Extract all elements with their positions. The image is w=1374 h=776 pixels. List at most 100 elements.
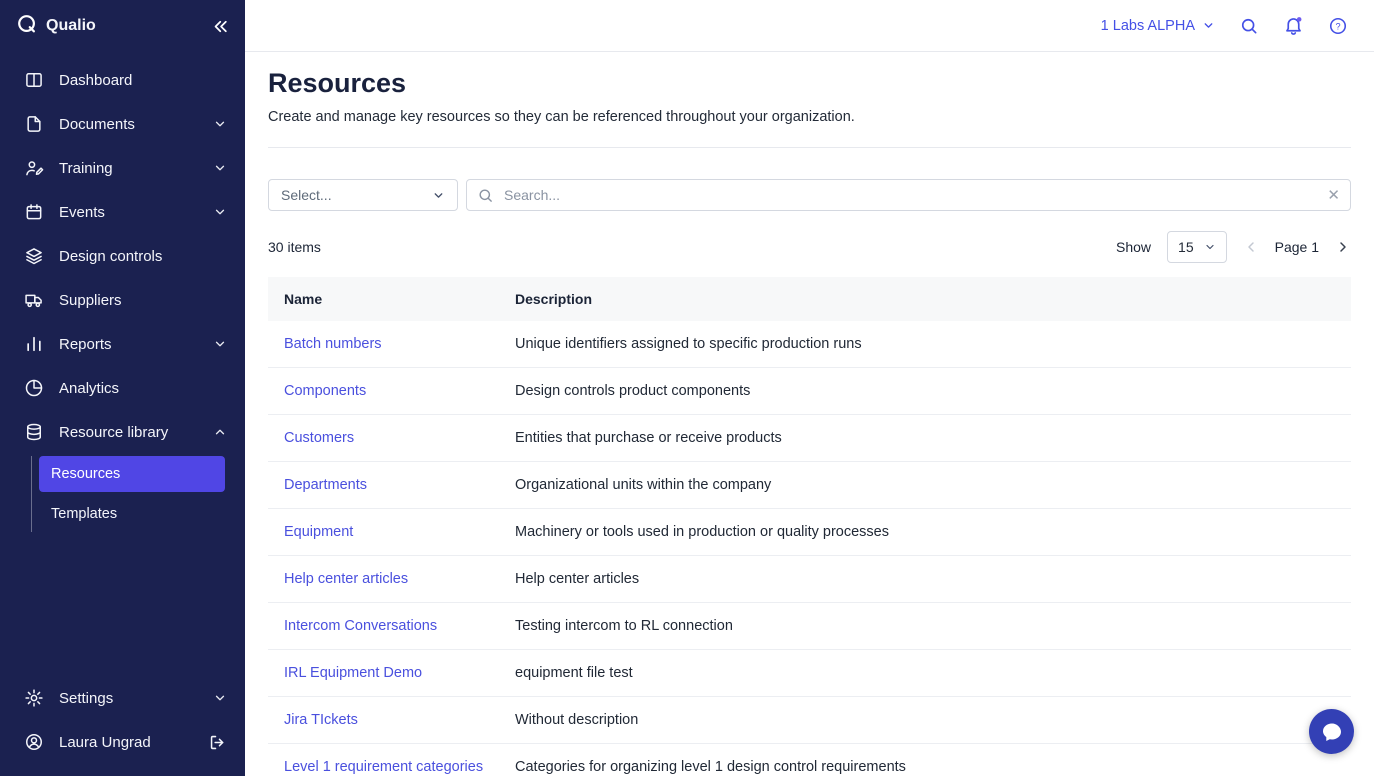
page-size-select[interactable]: 15 — [1167, 231, 1227, 263]
global-search-button[interactable] — [1239, 16, 1259, 36]
logout-icon — [208, 733, 227, 752]
resource-link[interactable]: Departments — [284, 477, 367, 493]
app-logo-text: Qualio — [46, 17, 96, 35]
chevron-left-icon — [1243, 239, 1259, 255]
table-body: Batch numbers Unique identifiers assigne… — [268, 321, 1351, 776]
table-row: Components Design controls product compo… — [268, 368, 1351, 415]
help-button[interactable]: ? — [1328, 16, 1348, 36]
org-switcher[interactable]: 1 Labs ALPHA — [1101, 18, 1215, 34]
search-box: ✕ — [466, 179, 1351, 211]
clear-search-icon[interactable]: ✕ — [1327, 188, 1340, 203]
user-menu[interactable]: Laura Ungrad — [0, 720, 245, 766]
resource-description: Testing intercom to RL connection — [515, 618, 1351, 634]
sidebar-item-label: Training — [59, 160, 113, 177]
resource-description: Categories for organizing level 1 design… — [515, 759, 1351, 775]
chevron-down-icon — [213, 691, 227, 705]
sidebar-item-analytics[interactable]: Analytics — [0, 366, 245, 410]
pagination-controls: Show 15 Page 1 — [1116, 231, 1351, 263]
table-row: Batch numbers Unique identifiers assigne… — [268, 321, 1351, 368]
resource-link[interactable]: IRL Equipment Demo — [284, 665, 422, 681]
resource-link[interactable]: Equipment — [284, 524, 353, 540]
sidebar-item-design-controls[interactable]: Design controls — [0, 234, 245, 278]
sidebar-item-label: Suppliers — [59, 292, 122, 309]
chat-bubble-icon — [1320, 720, 1344, 744]
sidebar-item-suppliers[interactable]: Suppliers — [0, 278, 245, 322]
search-icon — [1239, 16, 1259, 36]
sidebar-item-documents[interactable]: Documents — [0, 102, 245, 146]
sidebar-item-label: Documents — [59, 116, 135, 133]
sidebar-subitem-label: Resources — [51, 466, 120, 482]
filter-row: Select... ✕ — [268, 179, 1351, 211]
app-root: Qualio Dashboard Documents — [0, 0, 1374, 776]
sidebar-collapse-button[interactable] — [210, 17, 229, 36]
notifications-button[interactable] — [1283, 15, 1304, 36]
items-count: 30 items — [268, 239, 321, 255]
table-row: Intercom Conversations Testing intercom … — [268, 603, 1351, 650]
sidebar-subitem-label: Templates — [51, 506, 117, 522]
sidebar-item-label: Resource library — [59, 424, 168, 441]
table-header: Name Description — [268, 277, 1351, 321]
sidebar-item-settings[interactable]: Settings — [0, 676, 245, 720]
chevron-down-icon — [432, 189, 445, 202]
resource-description: Help center articles — [515, 571, 1351, 587]
resource-description: Machinery or tools used in production or… — [515, 524, 1351, 540]
sidebar-item-resource-library[interactable]: Resource library — [0, 410, 245, 454]
page-title: Resources — [268, 68, 1351, 99]
resource-link[interactable]: Batch numbers — [284, 336, 382, 352]
search-input[interactable] — [502, 186, 1319, 204]
double-chevron-left-icon — [210, 17, 229, 36]
svg-text:?: ? — [1335, 21, 1340, 31]
page-indicator: Page 1 — [1275, 239, 1319, 255]
resource-link[interactable]: Customers — [284, 430, 354, 446]
sidebar-nav: Dashboard Documents Training — [0, 52, 245, 676]
prev-page-button[interactable] — [1243, 239, 1259, 255]
pie-chart-icon — [24, 378, 44, 398]
org-name: 1 Labs ALPHA — [1101, 18, 1195, 34]
sidebar-subitem-resources[interactable]: Resources — [39, 456, 225, 492]
resources-table: Name Description Batch numbers Unique id… — [268, 277, 1351, 776]
show-label: Show — [1116, 239, 1151, 255]
sidebar-footer: Settings Laura Ungrad — [0, 676, 245, 776]
resource-link[interactable]: Help center articles — [284, 571, 408, 587]
chevron-down-icon — [213, 161, 227, 175]
column-header-name: Name — [268, 291, 515, 307]
next-page-button[interactable] — [1335, 239, 1351, 255]
bar-chart-icon — [24, 334, 44, 354]
sidebar-item-dashboard[interactable]: Dashboard — [0, 58, 245, 102]
resource-link[interactable]: Components — [284, 383, 366, 399]
resource-library-submenu: Resources Templates — [31, 456, 225, 532]
document-icon — [24, 114, 44, 134]
table-row: Help center articles Help center article… — [268, 556, 1351, 603]
user-name: Laura Ungrad — [59, 734, 151, 751]
sidebar-subitem-templates[interactable]: Templates — [39, 496, 225, 532]
sidebar-item-events[interactable]: Events — [0, 190, 245, 234]
chevron-up-icon — [213, 425, 227, 439]
divider — [268, 147, 1351, 148]
sidebar-item-training[interactable]: Training — [0, 146, 245, 190]
intercom-chat-button[interactable] — [1309, 709, 1354, 754]
sidebar-item-label: Settings — [59, 690, 113, 707]
chevron-right-icon — [1335, 239, 1351, 255]
database-icon — [24, 422, 44, 442]
resource-description: Organizational units within the company — [515, 477, 1351, 493]
sidebar-item-reports[interactable]: Reports — [0, 322, 245, 366]
resource-description: Unique identifiers assigned to specific … — [515, 336, 1351, 352]
logout-button[interactable] — [208, 733, 227, 752]
layers-icon — [24, 246, 44, 266]
sidebar-item-label: Analytics — [59, 380, 119, 397]
truck-icon — [24, 290, 44, 310]
resource-link[interactable]: Jira TIckets — [284, 712, 358, 728]
main-area: 1 Labs ALPHA ? Re — [245, 0, 1374, 776]
resource-link[interactable]: Intercom Conversations — [284, 618, 437, 634]
app-logo: Qualio — [16, 13, 96, 40]
filter-select[interactable]: Select... — [268, 179, 458, 211]
list-toolbar: 30 items Show 15 Page 1 — [268, 231, 1351, 263]
table-row: Departments Organizational units within … — [268, 462, 1351, 509]
chevron-down-icon — [213, 117, 227, 131]
notification-dot — [1297, 17, 1302, 22]
sidebar-item-label: Reports — [59, 336, 112, 353]
resource-link[interactable]: Level 1 requirement categories — [284, 759, 483, 775]
page-size-value: 15 — [1178, 239, 1194, 255]
page-content: Resources Create and manage key resource… — [245, 52, 1374, 776]
sidebar-header: Qualio — [0, 0, 245, 52]
